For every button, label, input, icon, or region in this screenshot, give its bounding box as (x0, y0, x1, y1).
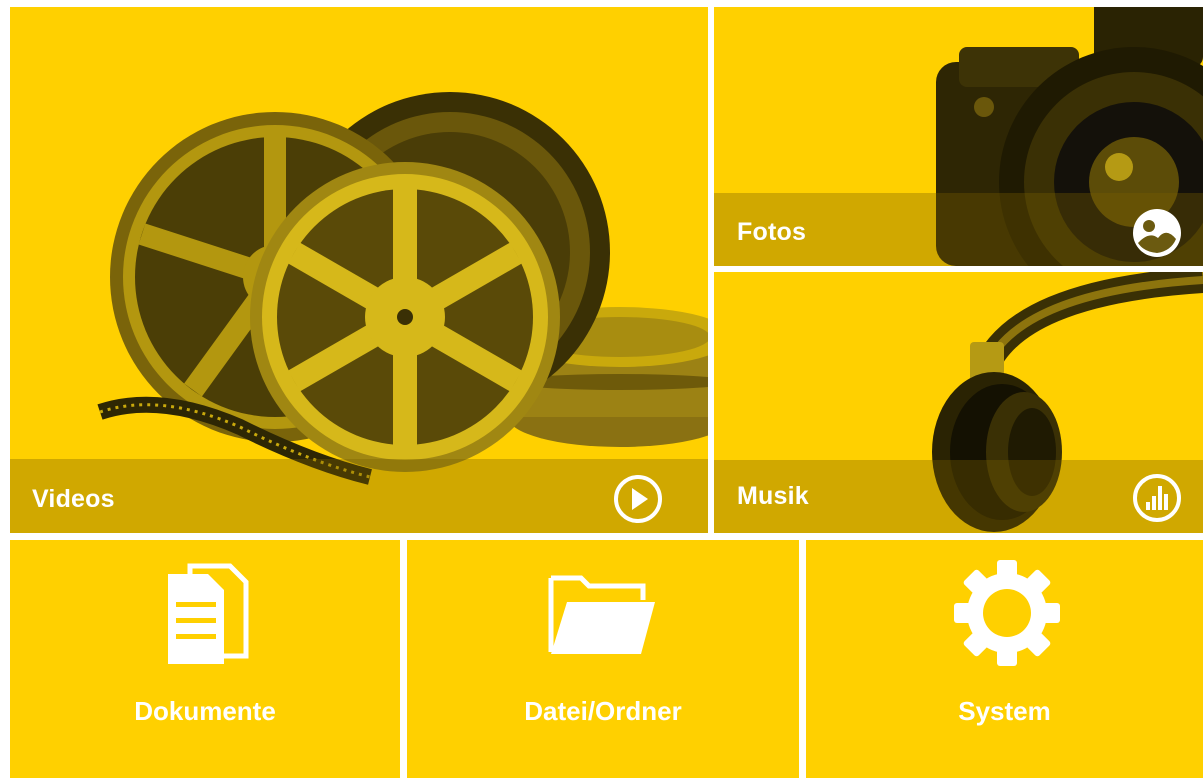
equalizer-icon[interactable] (1131, 472, 1183, 524)
play-circle-icon[interactable] (612, 473, 664, 525)
videos-label: Videos (32, 485, 115, 513)
folder-icon (548, 575, 655, 654)
gear-icon (954, 560, 1060, 666)
documents-icon (168, 563, 249, 664)
film-reels-image (97, 92, 708, 485)
files-label: Datei/Ordner (524, 696, 682, 726)
documents-tile[interactable]: Dokumente (10, 540, 400, 778)
system-label: System (958, 696, 1051, 726)
system-tile[interactable]: System (806, 540, 1203, 778)
files-tile[interactable]: Datei/Ordner (407, 540, 799, 778)
videos-tile[interactable]: Videos (10, 7, 708, 533)
photos-label: Fotos (737, 218, 807, 246)
music-label: Musik (737, 482, 809, 510)
photos-tile[interactable]: Fotos (714, 7, 1203, 266)
documents-label: Dokumente (134, 696, 276, 726)
photos-icon[interactable] (1131, 207, 1183, 259)
music-tile[interactable]: Musik (714, 272, 1203, 533)
